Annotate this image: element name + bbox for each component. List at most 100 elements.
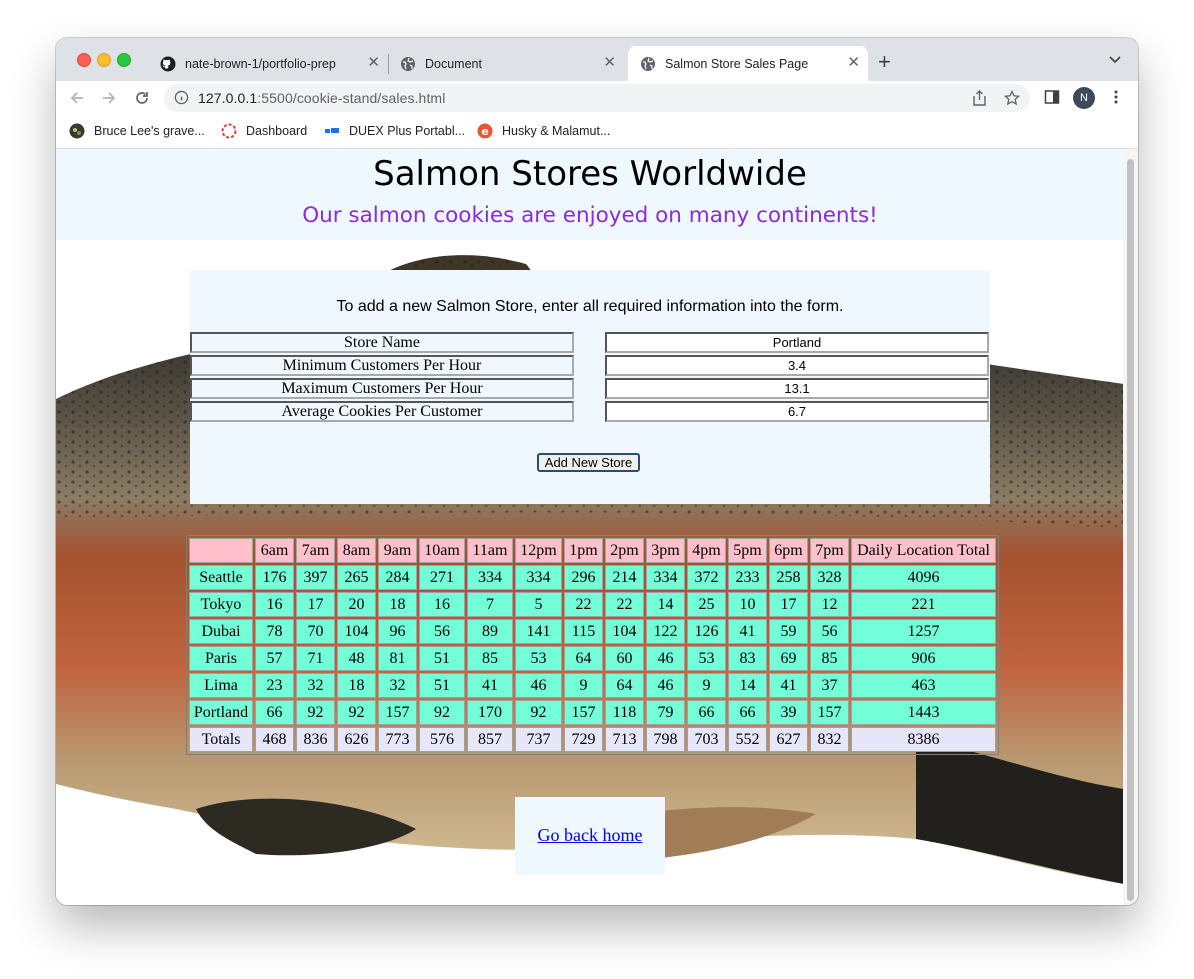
table-cell: 104 [605,619,644,644]
address-bar[interactable]: 127.0.0.1:5500/cookie-stand/sales.html [164,84,1030,112]
tab-document[interactable]: Document ✕ [400,46,624,81]
table-cell: Portland [189,700,253,725]
bookmark-item[interactable]: DUEX Plus Portabl... [324,121,465,141]
table-cell: 576 [419,727,465,752]
reload-icon[interactable] [133,89,151,107]
table-cell: 56 [419,619,465,644]
table-cell: 118 [605,700,644,725]
table-cell: 17 [296,592,335,617]
side-panel-icon[interactable] [1044,89,1060,110]
globe-icon [640,56,656,72]
table-row: Portland 66 92 92 157 92 170 92 157 118 … [189,700,996,725]
table-cell: 46 [646,646,685,671]
page-viewport: Salmon Stores Worldwide Our salmon cooki… [56,149,1138,905]
table-cell: 9 [687,673,726,698]
kebab-menu-icon[interactable] [1108,89,1124,110]
table-cell: 157 [378,700,417,725]
minimize-window-button[interactable] [97,53,111,67]
url-text: 127.0.0.1:5500/cookie-stand/sales.html [198,90,445,106]
table-cell: 832 [810,727,849,752]
table-cell: 4096 [851,565,996,590]
table-cell: 92 [419,700,465,725]
page-title: Salmon Stores Worldwide [373,154,807,194]
table-cell: 25 [687,592,726,617]
back-arrow-icon[interactable] [68,89,86,107]
table-cell: 14 [728,673,767,698]
min-customers-label: Minimum Customers Per Hour [190,355,574,376]
avg-cookies-input[interactable] [605,401,989,422]
table-cell: 18 [378,592,417,617]
url-host: 127.0.0.1 [198,90,258,106]
table-cell: 59 [769,619,808,644]
table-cell: 626 [337,727,376,752]
table-cell: 14 [646,592,685,617]
new-tab-plus-icon[interactable]: + [878,51,891,73]
tab-title: Salmon Store Sales Page [665,56,809,71]
max-customers-label: Maximum Customers Per Hour [190,378,574,399]
table-cell: 1257 [851,619,996,644]
table-cell: 96 [378,619,417,644]
table-cell: 157 [564,700,603,725]
bookmark-item[interactable]: Dashboard [221,121,307,141]
table-cell: 5 [515,592,562,617]
page-subtitle: Our salmon cookies are enjoyed on many c… [302,203,878,228]
close-tab-icon[interactable]: ✕ [367,55,380,71]
table-cell: 23 [255,673,294,698]
table-cell: 397 [296,565,335,590]
table-cell: 69 [769,646,808,671]
scrollbar-thumb[interactable] [1127,159,1134,901]
table-cell: 737 [515,727,562,752]
tab-portfolio-prep[interactable]: nate-brown-1/portfolio-prep ✕ [160,46,388,81]
go-back-home-link[interactable]: Go back home [515,825,665,846]
table-header-row: 6am 7am 8am 9am 10am 11am 12pm 1pm 2pm 3… [189,538,996,563]
svg-text:e: e [481,125,488,138]
table-cell: 836 [296,727,335,752]
table-cell: 53 [515,646,562,671]
min-customers-input[interactable] [605,355,989,376]
table-cell: 552 [728,727,767,752]
page-scrollbar[interactable] [1123,149,1138,905]
table-cell: 157 [810,700,849,725]
max-customers-input[interactable] [605,378,989,399]
table-cell: 10 [728,592,767,617]
table-cell: 334 [467,565,513,590]
table-cell: 170 [467,700,513,725]
table-cell: 372 [687,565,726,590]
bookmark-label: DUEX Plus Portabl... [349,124,466,138]
bookmark-item[interactable]: Bruce Lee's grave... [69,121,205,141]
table-header-cell: 6am [255,538,294,563]
table-cell: 463 [851,673,996,698]
profile-avatar[interactable]: N [1073,87,1095,109]
chevron-down-icon[interactable] [1108,52,1122,71]
table-cell: 328 [810,565,849,590]
share-icon[interactable] [972,90,987,111]
site-info-icon[interactable] [174,90,189,110]
store-name-input[interactable] [605,332,989,353]
table-header-cell: 9am [378,538,417,563]
tab-strip: nate-brown-1/portfolio-prep ✕ Document ✕… [56,38,1138,81]
bookmark-star-icon[interactable] [1003,89,1021,111]
table-cell: 214 [605,565,644,590]
table-header-cell [189,538,253,563]
forward-arrow-icon[interactable] [100,89,118,107]
tab-salmon-store-sales[interactable]: Salmon Store Sales Page ✕ [628,46,868,81]
table-cell: 1443 [851,700,996,725]
table-cell: 85 [467,646,513,671]
duex-favicon-icon [324,123,340,139]
table-header-cell: Daily Location Total [851,538,996,563]
table-cell: 57 [255,646,294,671]
close-window-button[interactable] [77,53,91,67]
close-tab-icon[interactable]: ✕ [603,55,616,71]
close-tab-icon[interactable]: ✕ [847,55,860,71]
table-cell: 81 [378,646,417,671]
add-new-store-button[interactable]: Add New Store [537,453,640,472]
table-cell: 334 [515,565,562,590]
bookmark-item[interactable]: e Husky & Malamut... [477,121,610,141]
table-cell: 92 [337,700,376,725]
url-path: :5500/cookie-stand/sales.html [257,90,446,106]
store-name-label: Store Name [190,332,574,353]
zoom-window-button[interactable] [117,53,131,67]
bookmark-label: Dashboard [246,124,308,138]
table-cell: 32 [378,673,417,698]
table-cell: 8386 [851,727,996,752]
